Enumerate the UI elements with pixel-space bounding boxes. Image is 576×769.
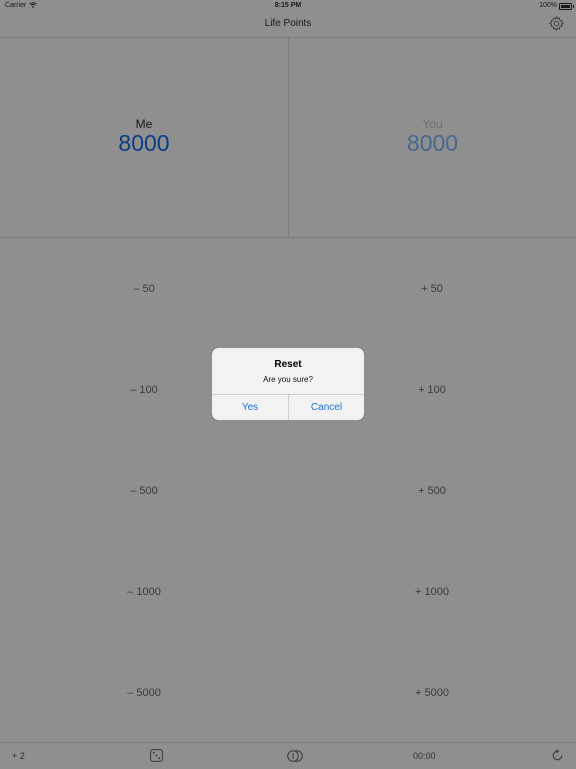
player-me-name: Me [135, 117, 153, 131]
minus-500-button[interactable]: – 500 [44, 485, 244, 497]
timer-display[interactable]: 00:00 [413, 751, 436, 761]
minus-5000-button[interactable]: – 5000 [44, 687, 244, 699]
plus-1000-button[interactable]: + 1000 [332, 586, 532, 598]
plus-two-button[interactable]: + 2 [12, 751, 25, 761]
battery-icon [559, 3, 574, 10]
dice-icon[interactable] [150, 749, 163, 762]
plus-50-button[interactable]: + 50 [332, 283, 532, 295]
battery-percent: 100% [539, 2, 557, 9]
status-time: 8:15 PM [274, 2, 302, 9]
gear-icon[interactable] [548, 15, 565, 32]
alert-message: Are you sure? [263, 375, 313, 384]
page-title: Life Points [264, 18, 312, 29]
minus-50-button[interactable]: – 50 [44, 283, 244, 295]
player-me-score: 8000 [118, 130, 170, 156]
reset-icon[interactable] [551, 749, 564, 762]
player-you-panel[interactable]: You 8000 [288, 38, 576, 237]
coin-icon[interactable] [287, 750, 303, 762]
status-bar: Carrier 8:15 PM 100% [0, 0, 576, 12]
yes-button[interactable]: Yes [212, 395, 288, 420]
player-me-panel[interactable]: Me 8000 [0, 38, 288, 237]
player-you-score: 8000 [406, 130, 459, 156]
navigation-bar: Life Points [0, 12, 576, 38]
plus-5000-button[interactable]: + 5000 [332, 687, 532, 699]
minus-1000-button[interactable]: – 1000 [44, 586, 244, 598]
reset-alert-dialog: Reset Are you sure? Yes Cancel [212, 348, 364, 420]
plus-500-button[interactable]: + 500 [332, 485, 532, 497]
players-panel: Me 8000 You 8000 [0, 38, 576, 238]
cancel-button[interactable]: Cancel [289, 395, 364, 420]
player-you-name: You [422, 117, 443, 131]
bottom-toolbar: + 2 00:00 [0, 742, 576, 769]
alert-title: Reset [274, 359, 302, 370]
